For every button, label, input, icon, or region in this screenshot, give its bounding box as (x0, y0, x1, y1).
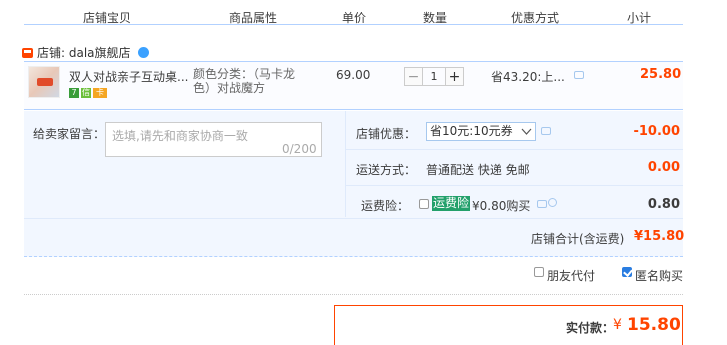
unit-price: 69.00 (336, 68, 371, 82)
payment-currency: ¥ (613, 317, 622, 333)
service-badges: 7 信 卡 (69, 88, 107, 98)
item-discount[interactable]: 省43.20:上... (491, 68, 565, 85)
payment-amount: 15.80 (627, 315, 681, 335)
header-divider (24, 24, 683, 25)
shop-row: 店铺: dala旗舰店 (22, 44, 149, 61)
chevron-down-icon (521, 128, 532, 135)
row-divider (346, 149, 683, 150)
decrease-button[interactable]: − (404, 67, 423, 86)
card-pay-icon: 卡 (93, 88, 107, 98)
discount-info-icon[interactable] (574, 71, 584, 79)
shop-total-label: 店铺合计(含运费) (531, 232, 625, 246)
shop-coupon-amount: -10.00 (633, 124, 680, 139)
shop-coupon-label: 店铺优惠： (356, 127, 417, 141)
friend-pay-checkbox[interactable] (534, 267, 544, 277)
insurance-amount: 0.80 (647, 197, 680, 212)
options-divider (24, 294, 683, 295)
help-icon[interactable] (548, 198, 557, 207)
anonymous-checkbox[interactable] (622, 267, 632, 277)
memo-placeholder: 选填,请先和商家协商一致 (112, 129, 248, 143)
row-divider (346, 185, 683, 186)
increase-button[interactable]: + (445, 67, 464, 86)
row-divider (24, 218, 683, 219)
seven-day-return-icon: 7 (69, 88, 79, 98)
shipping-label: 运送方式： (356, 163, 417, 177)
insurance-price: ¥0.80购买 (472, 199, 531, 213)
item-subtotal: 25.80 (640, 67, 682, 82)
memo-label: 给卖家留言： (33, 127, 106, 141)
shop-icon (22, 47, 33, 58)
payment-label: 实付款： (566, 321, 615, 335)
insurance-tag: 运费险 (432, 196, 471, 211)
shop-coupon-select[interactable]: 省10元:10元券 (426, 122, 536, 141)
shop-coupon-value: 省10元:10元券 (430, 124, 513, 138)
friend-pay-label[interactable]: 朋友代付 (547, 267, 595, 284)
memo-char-count: 0/200 (282, 142, 317, 156)
shop-name[interactable]: 店铺: dala旗舰店 (37, 44, 131, 61)
insurance-info-icon[interactable] (537, 200, 547, 208)
product-thumbnail[interactable] (28, 66, 60, 98)
quantity-stepper: − 1 + (404, 67, 464, 86)
insurance-checkbox[interactable] (419, 199, 429, 209)
quantity-input[interactable]: 1 (423, 67, 445, 86)
section-vertical-divider (345, 111, 346, 217)
product-attributes: 颜色分类：（马卡龙 色）对战魔方 (193, 67, 313, 95)
shipping-amount: 0.00 (647, 160, 680, 175)
credit-pay-icon: 信 (81, 88, 91, 98)
anonymous-label[interactable]: 匿名购买 (635, 267, 683, 284)
attr-line-1: 颜色分类：（马卡龙 (193, 67, 296, 81)
product-title[interactable]: 双人对战亲子互动桌... (69, 68, 188, 85)
shop-total-amount: ¥15.80 (634, 229, 685, 244)
attr-line-2: 色）对战魔方 (193, 81, 266, 95)
chat-icon[interactable] (137, 47, 149, 58)
insurance-label: 运费险： (361, 199, 410, 213)
coupon-info-icon[interactable] (541, 127, 551, 135)
shipping-method: 普通配送 快递 免邮 (426, 163, 530, 177)
